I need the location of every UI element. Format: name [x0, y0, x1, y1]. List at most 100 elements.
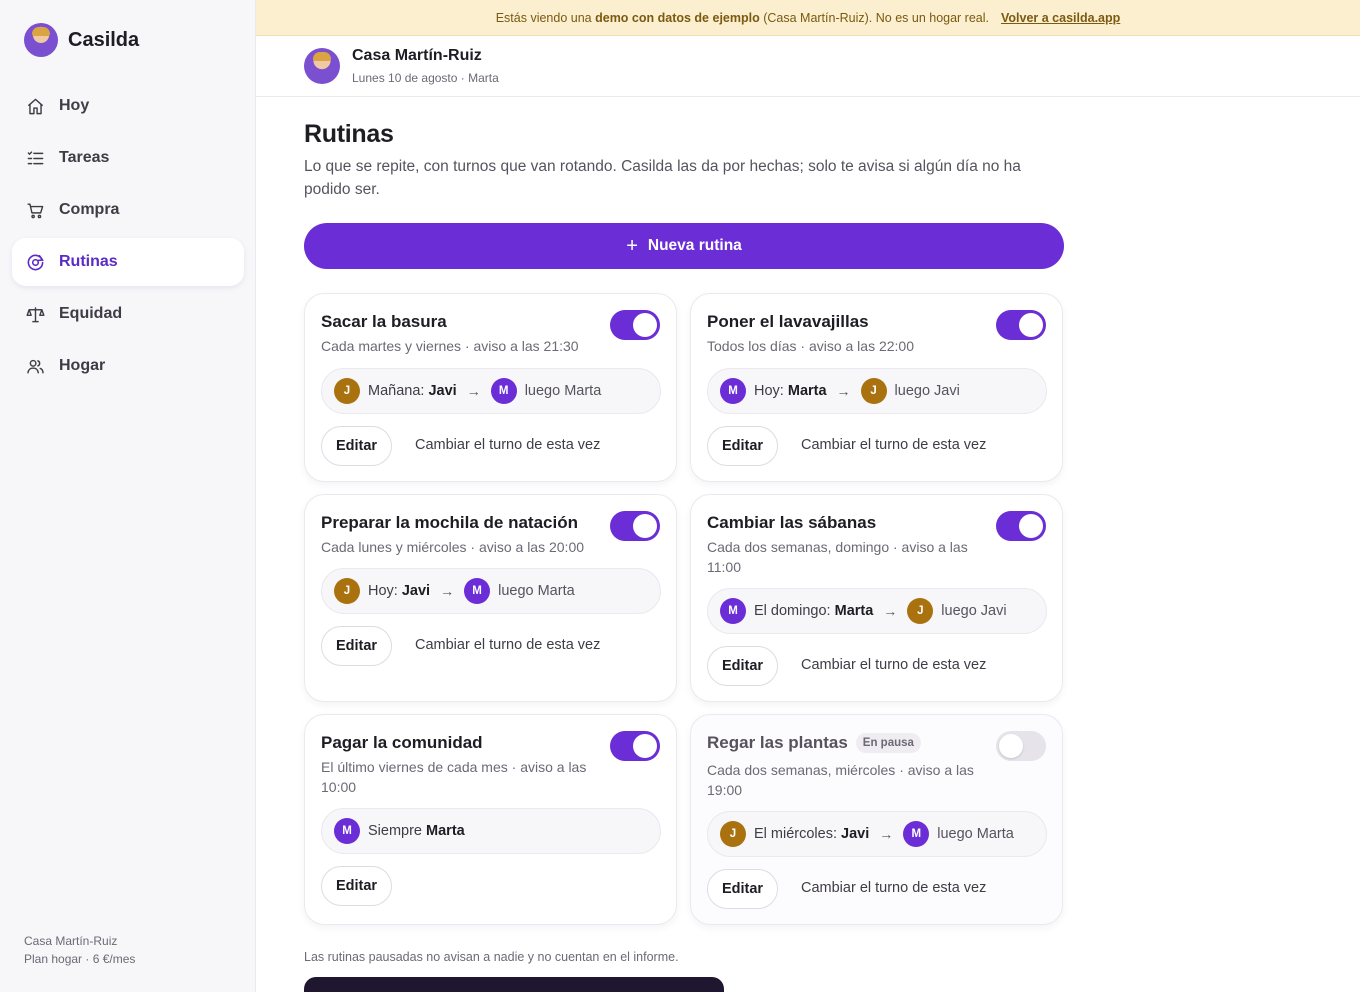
- current-turn: Hoy: Marta: [754, 383, 827, 399]
- turn-label: Hoy:: [368, 583, 398, 599]
- banner-suffix: (Casa Martín-Ruiz). No es un hogar real.: [763, 10, 989, 25]
- arrow-right-icon: →: [883, 603, 898, 619]
- demo-banner: Estás viendo una demo con datos de ejemp…: [256, 0, 1360, 36]
- next-turn: luego Marta: [937, 826, 1014, 842]
- routine-toggle[interactable]: [610, 731, 660, 761]
- current-turn: El miércoles: Javi: [754, 826, 869, 842]
- scale-icon: [26, 306, 45, 322]
- edit-button[interactable]: Editar: [321, 866, 392, 906]
- routine-title: Pagar la comunidad: [321, 733, 483, 753]
- sidebar-item-equidad[interactable]: Equidad: [12, 290, 244, 338]
- household-avatar: [304, 48, 340, 84]
- routine-title: Sacar la basura: [321, 312, 447, 332]
- sidebar-item-tareas[interactable]: Tareas: [12, 134, 244, 182]
- edit-button[interactable]: Editar: [321, 426, 392, 466]
- routine-toggle[interactable]: [610, 310, 660, 340]
- household-title: Casa Martín-Ruiz: [352, 47, 482, 64]
- edit-button[interactable]: Editar: [707, 869, 778, 909]
- banner-text: Estás viendo una demo con datos de ejemp…: [496, 11, 989, 25]
- sidebar-item-label: Compra: [59, 201, 120, 218]
- sidebar-item-rutinas[interactable]: Rutinas: [12, 238, 244, 286]
- member-badge: J: [907, 598, 934, 624]
- routine-title: Preparar la mochila de natación: [321, 513, 578, 533]
- routine-card: Cambiar las sábanas Cada dos semanas, do…: [690, 494, 1063, 702]
- routine-toggle[interactable]: [996, 511, 1046, 541]
- routine-toggle[interactable]: [996, 731, 1046, 761]
- routine-toggle[interactable]: [996, 310, 1046, 340]
- routine-schedule: Cada martes y viernes · aviso a las 21:3…: [321, 338, 579, 354]
- rotation-pill: M Hoy: Marta → J luego Javi: [707, 368, 1047, 414]
- routine-title-text: Pagar la comunidad: [321, 733, 483, 752]
- routine-schedule: El último viernes de cada mes · aviso a …: [321, 759, 587, 795]
- toggle-knob: [633, 514, 657, 538]
- current-turn: Siempre Marta: [368, 823, 465, 839]
- sidebar-item-compra[interactable]: Compra: [12, 186, 244, 234]
- arrow-right-icon: →: [440, 583, 455, 599]
- footer-household: Casa Martín-Ruiz: [24, 934, 118, 948]
- routine-schedule: Cada dos semanas, miércoles · aviso a la…: [707, 762, 974, 798]
- turn-label: Mañana:: [368, 383, 425, 399]
- sidebar-item-hogar[interactable]: Hogar: [12, 342, 244, 390]
- turn-name: Marta: [426, 823, 465, 839]
- cart-icon: [27, 202, 44, 218]
- routine-title: Regar las plantas En pausa: [707, 733, 921, 753]
- toggle-knob: [633, 734, 657, 758]
- turn-label: El miércoles:: [754, 826, 837, 842]
- people-icon: [27, 359, 44, 374]
- back-to-casilda-link[interactable]: Volver a casilda.app: [1001, 11, 1120, 25]
- edit-button[interactable]: Editar: [707, 426, 778, 466]
- paused-badge: En pausa: [855, 733, 921, 753]
- routine-card: Poner el lavavajillas Todos los días · a…: [690, 293, 1063, 482]
- toggle-knob: [633, 313, 657, 337]
- member-badge: J: [334, 378, 360, 404]
- current-turn: Hoy: Javi: [368, 583, 430, 599]
- brand[interactable]: Casilda: [24, 23, 139, 57]
- next-turn: luego Javi: [894, 383, 960, 399]
- new-routine-button[interactable]: + Nueva rutina: [304, 223, 1064, 269]
- rotation-pill: M Siempre Marta: [321, 808, 661, 854]
- turn-name: Marta: [834, 603, 874, 619]
- member-badge: M: [334, 818, 360, 844]
- rotation-pill: J Hoy: Javi → M luego Marta: [321, 568, 661, 614]
- sidebar-item-label: Hoy: [59, 97, 90, 114]
- routine-card: Pagar la comunidad El último viernes de …: [304, 714, 677, 925]
- turn-name: Javi: [841, 826, 870, 842]
- edit-button[interactable]: Editar: [707, 646, 778, 686]
- edit-button[interactable]: Editar: [321, 626, 392, 666]
- routine-title-text: Poner el lavavajillas: [707, 312, 869, 331]
- turn-label: Siempre: [368, 823, 422, 839]
- current-turn: El domingo: Marta: [754, 603, 873, 619]
- routine-toggle[interactable]: [610, 511, 660, 541]
- swap-turn-link[interactable]: Cambiar el turno de esta vez: [415, 437, 600, 453]
- bottom-panel: [304, 977, 724, 992]
- list-icon: [27, 150, 44, 164]
- brand-name: Casilda: [68, 28, 140, 51]
- sidebar-item-hoy[interactable]: Hoy: [12, 82, 244, 130]
- sidebar-item-label: Hogar: [59, 357, 106, 374]
- current-turn: Mañana: Javi: [368, 383, 457, 399]
- rotation-pill: M El domingo: Marta → J luego Javi: [707, 588, 1047, 634]
- swap-turn-link[interactable]: Cambiar el turno de esta vez: [801, 880, 986, 896]
- page-title: Rutinas: [304, 120, 394, 148]
- routine-card: Preparar la mochila de natación Cada lun…: [304, 494, 677, 702]
- member-badge: M: [720, 378, 746, 404]
- household-subtitle: Lunes 10 de agosto · Marta: [352, 71, 499, 85]
- turn-name: Marta: [787, 383, 827, 399]
- rotation-pill: J El miércoles: Javi → M luego Marta: [707, 811, 1047, 857]
- casilda-avatar: [24, 23, 58, 57]
- new-routine-label: Nueva rutina: [647, 237, 742, 254]
- swap-turn-link[interactable]: Cambiar el turno de esta vez: [801, 657, 986, 673]
- swap-turn-link[interactable]: Cambiar el turno de esta vez: [415, 637, 600, 653]
- next-turn: luego Marta: [498, 583, 575, 599]
- turn-label: Hoy:: [754, 383, 784, 399]
- swap-turn-link[interactable]: Cambiar el turno de esta vez: [801, 437, 986, 453]
- member-badge: M: [903, 821, 930, 847]
- member-badge: J: [334, 578, 360, 604]
- routine-title-text: Regar las plantas: [707, 733, 848, 752]
- arrow-right-icon: →: [879, 826, 894, 842]
- routine-card: Sacar la basura Cada martes y viernes · …: [304, 293, 677, 482]
- footer-plan: Plan hogar · 6 €/mes: [24, 952, 136, 966]
- arrow-right-icon: →: [466, 383, 481, 399]
- member-badge: J: [720, 821, 746, 847]
- banner-prefix: Estás viendo una: [495, 10, 592, 25]
